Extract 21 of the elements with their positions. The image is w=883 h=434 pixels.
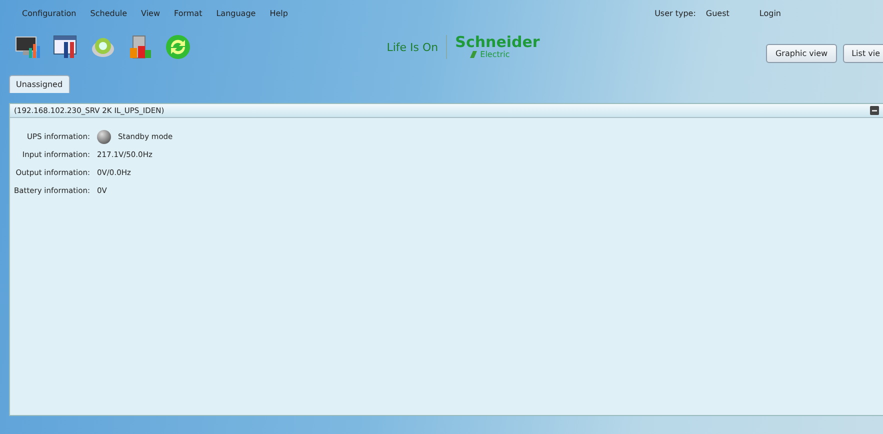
tools-icon[interactable] [53,34,79,60]
brand-mark-icon [469,50,478,59]
status-sphere-icon [97,130,111,144]
slogan-text: Life Is On [386,40,438,54]
menu-item[interactable]: Configuration [22,8,76,18]
view-button[interactable]: Graphic view [766,44,837,62]
menu-item[interactable]: Language [216,8,256,18]
login-link[interactable]: Login [759,8,781,18]
menu-item[interactable]: View [141,8,160,18]
monitor-chart-icon[interactable] [15,34,41,60]
tab[interactable]: Unassigned [9,75,70,93]
brand-name: Schneider [455,35,540,50]
server-chart-icon[interactable] [127,34,153,60]
minimize-icon[interactable] [870,106,879,115]
menu-item[interactable]: Help [270,8,288,18]
menu-item[interactable]: Schedule [90,8,128,18]
user-type-value: Guest [706,8,730,18]
brand-subtitle: Electric [480,50,510,59]
view-button[interactable]: List vie [842,44,883,62]
user-type-label: User type: [654,8,696,18]
menu-item[interactable]: Format [174,8,202,18]
